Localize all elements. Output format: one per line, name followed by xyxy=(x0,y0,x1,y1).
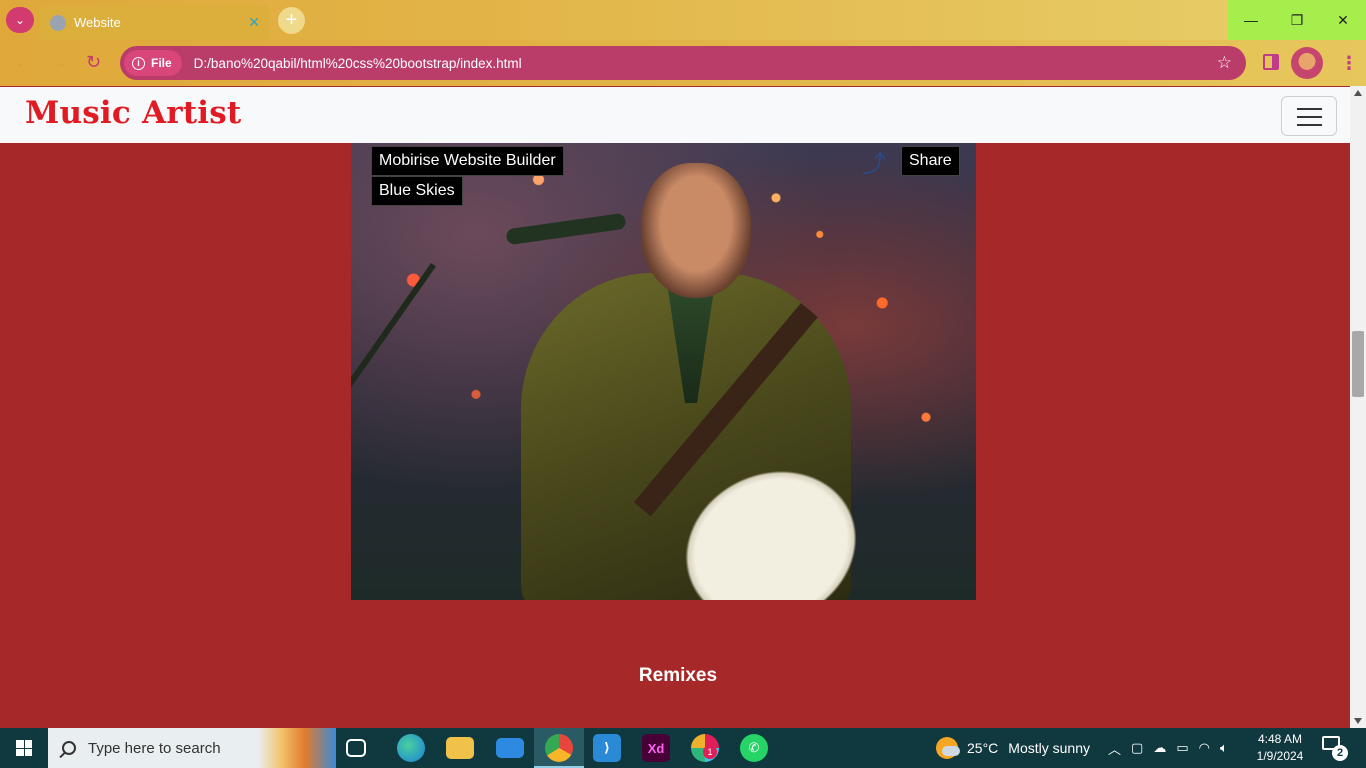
scroll-down-icon[interactable] xyxy=(1354,718,1362,724)
browser-tab[interactable]: Website ✕ xyxy=(40,5,270,40)
profile-avatar[interactable] xyxy=(1291,47,1323,79)
file-explorer-icon[interactable] xyxy=(446,737,474,759)
weather-widget[interactable]: 25°C Mostly sunny xyxy=(936,728,1090,768)
mail-icon[interactable] xyxy=(496,738,524,758)
browser-toolbar: ← → ↻ i File D:/bano%20qabil/html%20css%… xyxy=(0,40,1366,86)
slack-badge: 1 xyxy=(703,745,717,759)
tab-search-icon[interactable]: ⌄ xyxy=(6,7,34,33)
brand-logo[interactable]: Music Artist xyxy=(25,95,241,131)
clock-date: 1/9/2024 xyxy=(1256,749,1304,763)
hamburger-line xyxy=(1297,124,1322,126)
chevron-up-icon[interactable]: ︿ xyxy=(1108,739,1121,758)
windows-logo-icon xyxy=(16,740,32,756)
back-arrow-icon[interactable]: ← xyxy=(14,52,32,73)
windows-taskbar: Type here to search ⟩ Xd ✆ 25°C Mostly s… xyxy=(0,728,1366,768)
chip-label: File xyxy=(151,56,172,70)
close-window-button[interactable]: ✕ xyxy=(1320,0,1366,40)
share-icon[interactable]: ⤴ xyxy=(862,144,898,178)
notification-count-badge: 2 xyxy=(1332,745,1348,761)
start-button[interactable] xyxy=(0,728,48,768)
address-bar[interactable]: i File D:/bano%20qabil/html%20css%20boot… xyxy=(120,46,1246,80)
weather-condition: Mostly sunny xyxy=(1008,740,1090,756)
browser-tab-bar: ⌄ Website ✕ + — ❐ ✕ xyxy=(0,0,1366,40)
task-view-icon[interactable] xyxy=(346,739,366,757)
mic-stand xyxy=(351,263,436,600)
forward-arrow-icon[interactable]: → xyxy=(50,52,68,73)
onedrive-icon[interactable]: ☁ xyxy=(1153,740,1166,756)
navbar-toggler-button[interactable] xyxy=(1281,96,1337,136)
minimize-button[interactable]: — xyxy=(1228,0,1274,40)
vscode-icon[interactable]: ⟩ xyxy=(593,734,621,762)
page-viewport: Music Artist Mobirise Website Builder Bl… xyxy=(0,86,1350,728)
site-navbar: Music Artist xyxy=(0,87,1350,143)
star-icon[interactable]: ☆ xyxy=(1217,53,1232,73)
kebab-menu-icon[interactable]: ⋮ xyxy=(1340,53,1358,74)
tab-close-icon[interactable]: ✕ xyxy=(248,14,260,31)
meet-now-icon[interactable]: ▢ xyxy=(1131,740,1143,756)
image-caption-subtitle: Blue Skies xyxy=(371,176,463,206)
taskbar-search[interactable]: Type here to search xyxy=(48,728,336,768)
wifi-icon[interactable]: ◠ xyxy=(1199,740,1210,756)
system-tray: ︿ ▢ ☁ ▭ ◠ 🔈︎ xyxy=(1108,728,1228,768)
whatsapp-icon[interactable]: ✆ xyxy=(740,734,768,762)
reload-icon[interactable]: ↻ xyxy=(86,52,101,73)
search-icon xyxy=(62,741,76,755)
adobe-xd-icon[interactable]: Xd xyxy=(642,734,670,762)
globe-icon xyxy=(50,14,66,31)
tab-title: Website xyxy=(74,15,121,30)
notification-center-button[interactable]: 2 xyxy=(1322,736,1348,761)
battery-icon[interactable]: ▭ xyxy=(1176,740,1188,756)
url-text[interactable]: D:/bano%20qabil/html%20css%20bootstrap/i… xyxy=(194,56,1217,71)
hero-image xyxy=(351,143,976,600)
hamburger-line xyxy=(1297,116,1322,118)
side-panel-icon[interactable] xyxy=(1263,54,1279,70)
page-scrollbar[interactable] xyxy=(1350,86,1366,728)
share-button[interactable]: Share xyxy=(901,146,960,176)
site-info-chip[interactable]: i File xyxy=(124,50,182,76)
new-tab-button[interactable]: + xyxy=(278,7,305,34)
scroll-up-icon[interactable] xyxy=(1354,90,1362,96)
chrome-icon[interactable] xyxy=(545,734,573,762)
scroll-thumb[interactable] xyxy=(1352,331,1364,397)
hamburger-line xyxy=(1297,108,1322,110)
restore-button[interactable]: ❐ xyxy=(1274,0,1320,40)
system-clock[interactable]: 4:48 AM 1/9/2024 xyxy=(1252,731,1308,765)
image-caption-title: Mobirise Website Builder xyxy=(371,146,564,176)
search-placeholder: Type here to search xyxy=(88,739,221,757)
search-highlight-image xyxy=(258,728,336,768)
volume-icon[interactable]: 🔈︎ xyxy=(1220,740,1228,756)
edge-icon[interactable] xyxy=(397,734,425,762)
partly-sunny-icon xyxy=(936,737,960,759)
section-title: Remixes xyxy=(638,665,718,686)
clock-time: 4:48 AM xyxy=(1257,732,1303,746)
weather-temp: 25°C xyxy=(967,740,999,756)
info-icon: i xyxy=(132,56,145,70)
